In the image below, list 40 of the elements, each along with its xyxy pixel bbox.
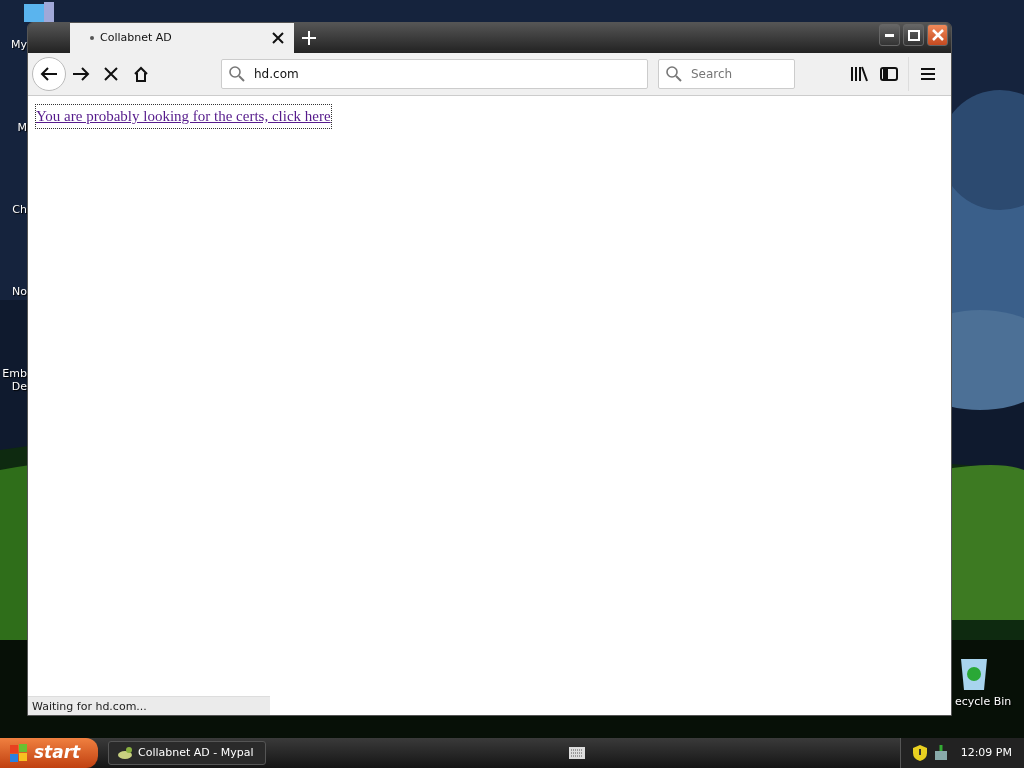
icon-label: Ch	[12, 203, 27, 216]
icon-label: My	[11, 38, 27, 51]
network-icon[interactable]	[932, 745, 949, 761]
close-icon[interactable]	[272, 32, 284, 44]
start-button[interactable]: start	[0, 738, 98, 768]
forward-icon	[72, 66, 90, 82]
stop-icon	[104, 67, 118, 81]
app-icon	[117, 746, 133, 760]
maximize-icon	[907, 29, 920, 41]
computer-icon[interactable]	[24, 2, 54, 22]
maximize-button[interactable]	[903, 24, 924, 46]
shield-icon[interactable]	[912, 745, 927, 761]
minimize-icon	[885, 33, 894, 37]
taskbar-button[interactable]: Collabnet AD - Mypal	[108, 741, 266, 765]
link[interactable]: You are probably looking for the certs, click here	[36, 105, 331, 128]
search-icon	[229, 66, 245, 82]
menu-icon	[921, 68, 935, 80]
icon-label: Emb	[2, 367, 27, 380]
icon-label: ecycle Bin	[955, 695, 1012, 708]
status-text: Waiting for hd.com...	[28, 696, 270, 715]
address-field[interactable]: hd.com	[221, 59, 648, 89]
search-field[interactable]: Search	[658, 59, 795, 89]
library-icon	[850, 66, 868, 82]
close-button[interactable]	[927, 24, 948, 46]
windows-logo-icon	[10, 744, 28, 762]
back-icon	[40, 66, 58, 82]
search-icon	[666, 66, 682, 82]
clock: 12:09 PM	[960, 744, 1012, 761]
icon-label: No	[12, 285, 27, 298]
back-button[interactable]	[32, 57, 66, 91]
close-icon	[931, 29, 944, 41]
icon-label: M	[17, 121, 27, 134]
keyboard-icon[interactable]	[568, 747, 585, 759]
icon-label: De	[11, 380, 27, 393]
plus-icon	[302, 31, 316, 45]
tab[interactable]: Collabnet AD	[70, 23, 294, 53]
home-icon	[133, 66, 149, 82]
recycle-bin-icon[interactable]	[960, 657, 988, 691]
minimize-button[interactable]	[879, 24, 900, 46]
sidebar-icon	[880, 66, 898, 82]
